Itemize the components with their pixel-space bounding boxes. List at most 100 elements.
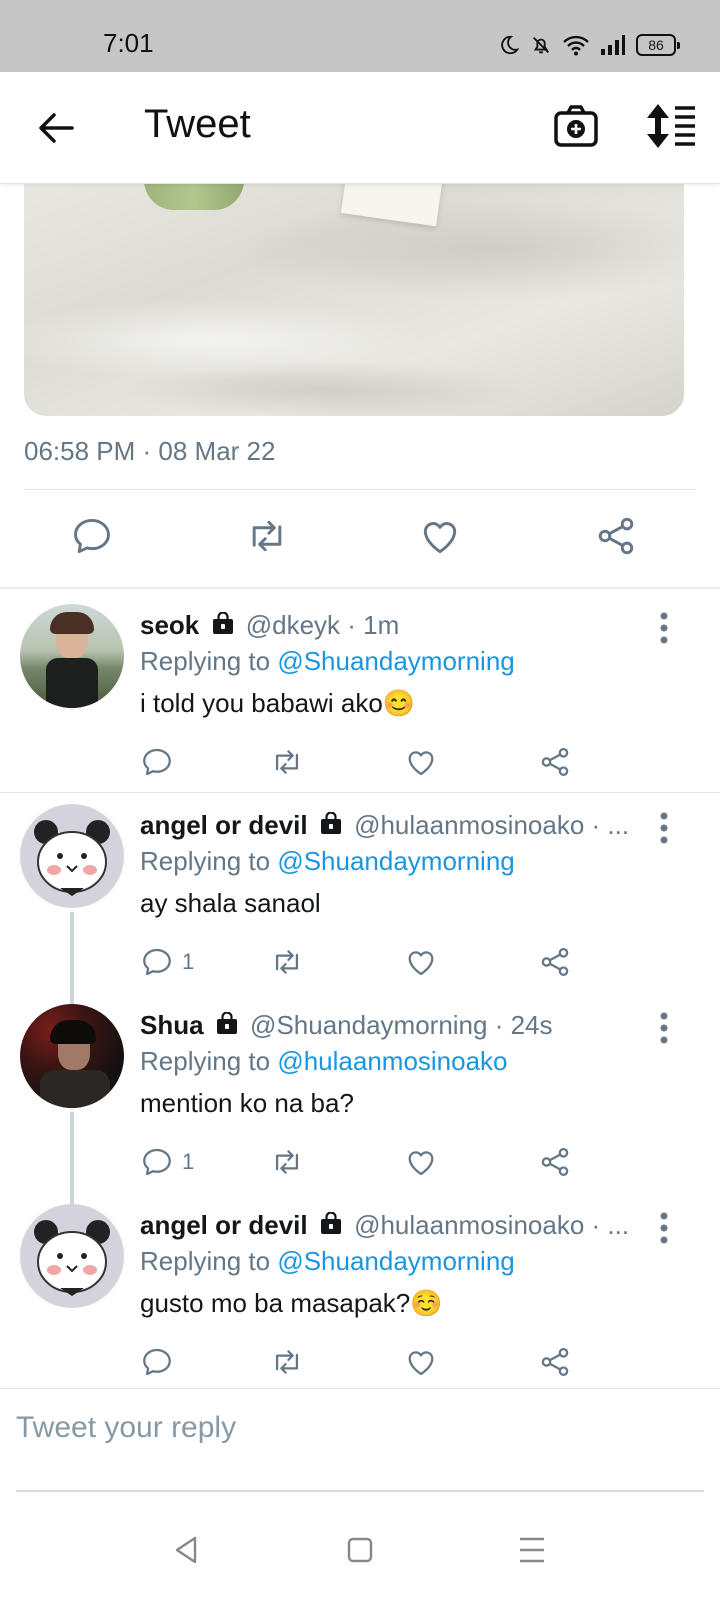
retweet-button[interactable] xyxy=(270,1344,304,1380)
share-icon xyxy=(538,1145,572,1179)
replying-to-prefix: Replying to xyxy=(140,1246,278,1276)
reply-input-underline xyxy=(16,1490,704,1492)
heart-icon[interactable] xyxy=(418,514,462,558)
reply-count: 1 xyxy=(182,949,195,974)
share-button[interactable] xyxy=(538,1144,572,1180)
heart-icon xyxy=(404,945,438,979)
handle-time: @Shuandaymorning · 24s xyxy=(250,1010,553,1040)
retweet-icon xyxy=(270,945,304,979)
reply-button[interactable]: 1 xyxy=(140,944,194,980)
reply-icon xyxy=(140,945,174,979)
reply-input[interactable]: Tweet your reply xyxy=(16,1411,236,1445)
avatar-shirt xyxy=(40,1070,110,1108)
retweet-button[interactable] xyxy=(270,944,304,980)
reply-button[interactable]: 1 xyxy=(140,1144,194,1180)
retweet-icon xyxy=(270,1345,304,1379)
reply-item[interactable]: angel or devil @hulaanmosinoako · ... Re… xyxy=(0,1204,720,1388)
like-button[interactable] xyxy=(404,944,438,980)
signal-icon xyxy=(601,35,625,55)
mention-link[interactable]: @Shuandaymorning xyxy=(277,1246,514,1276)
handle-time: @hulaanmosinoako · ... xyxy=(354,810,630,840)
reply-text: i told you babawi ako😊 xyxy=(140,688,416,718)
reply-icon[interactable] xyxy=(70,514,114,558)
camera-icon[interactable] xyxy=(553,102,599,150)
share-icon xyxy=(538,1345,572,1379)
display-name[interactable]: seok xyxy=(140,610,199,640)
lock-icon xyxy=(215,1012,239,1036)
back-triangle-icon[interactable] xyxy=(167,1530,207,1570)
display-name[interactable]: angel or devil xyxy=(140,1210,308,1240)
recents-menu-icon[interactable] xyxy=(512,1530,552,1570)
reply-text: mention ko na ba? xyxy=(140,1088,354,1118)
reply-header: angel or devil @hulaanmosinoako · ... xyxy=(140,810,640,841)
avatar[interactable] xyxy=(20,804,124,908)
reply-item[interactable]: angel or devil @hulaanmosinoako · ... Re… xyxy=(0,804,720,994)
panda-avatar-art xyxy=(34,1220,110,1296)
tweet-timestamp: 06:58 PM · 08 Mar 22 xyxy=(24,436,276,466)
display-name[interactable]: Shua xyxy=(140,1010,204,1040)
more-options-icon[interactable] xyxy=(654,808,674,848)
like-button[interactable] xyxy=(404,744,438,780)
battery-level: 86 xyxy=(648,37,664,53)
bell-off-icon xyxy=(533,37,549,54)
reply-composer[interactable]: Tweet your reply xyxy=(0,1388,720,1488)
system-nav-bar xyxy=(0,1500,720,1600)
reply-item[interactable]: seok @dkeyk · 1m Replying to @Shuandaymo… xyxy=(0,604,720,784)
reply-header: angel or devil @hulaanmosinoako · ... xyxy=(140,1210,640,1241)
retweet-icon[interactable] xyxy=(245,514,289,558)
mention-link[interactable]: @Shuandaymorning xyxy=(277,846,514,876)
replying-to: Replying to @Shuandaymorning xyxy=(140,846,515,877)
more-options-icon[interactable] xyxy=(654,1208,674,1248)
replying-to: Replying to @Shuandaymorning xyxy=(140,1246,515,1277)
back-arrow-icon[interactable] xyxy=(34,106,78,150)
replying-to: Replying to @hulaanmosinoako xyxy=(140,1046,508,1077)
reply-action-bar: 1 xyxy=(140,1144,600,1184)
more-options-icon[interactable] xyxy=(654,1008,674,1048)
share-button[interactable] xyxy=(538,744,572,780)
replying-to: Replying to @Shuandaymorning xyxy=(140,646,515,677)
avatar[interactable] xyxy=(20,1004,124,1108)
reply-item[interactable]: Shua @Shuandaymorning · 24s Replying to … xyxy=(0,1004,720,1194)
heart-icon xyxy=(404,1345,438,1379)
avatar[interactable] xyxy=(20,1204,124,1308)
handle-time: @hulaanmosinoako · ... xyxy=(354,1210,630,1240)
display-name[interactable]: angel or devil xyxy=(140,810,308,840)
share-button[interactable] xyxy=(538,944,572,980)
divider xyxy=(0,792,720,793)
share-button[interactable] xyxy=(538,1344,572,1380)
reply-text: ay shala sanaol xyxy=(140,888,321,918)
page-title: Tweet xyxy=(144,102,251,146)
reply-action-bar xyxy=(140,744,600,784)
like-button[interactable] xyxy=(404,1144,438,1180)
status-bar: 7:01 86 xyxy=(0,0,720,72)
battery-icon: 86 xyxy=(636,34,680,56)
share-icon xyxy=(538,945,572,979)
reply-action-bar: 1 xyxy=(140,944,600,984)
status-time: 7:01 xyxy=(103,28,154,58)
mention-link[interactable]: @hulaanmosinoako xyxy=(277,1046,507,1076)
sort-icon[interactable] xyxy=(645,102,697,150)
avatar-hair xyxy=(50,1020,96,1044)
reply-header: Shua @Shuandaymorning · 24s xyxy=(140,1010,640,1041)
home-square-icon[interactable] xyxy=(340,1530,380,1570)
app-bar: Tweet xyxy=(0,72,720,184)
retweet-button[interactable] xyxy=(270,1144,304,1180)
share-icon[interactable] xyxy=(594,514,638,558)
avatar-hair xyxy=(50,612,94,634)
replying-to-prefix: Replying to xyxy=(140,846,278,876)
divider xyxy=(0,587,720,589)
avatar[interactable] xyxy=(20,604,124,708)
divider xyxy=(24,489,696,490)
retweet-icon xyxy=(270,1145,304,1179)
reply-button[interactable] xyxy=(140,1344,182,1380)
reply-icon xyxy=(140,1145,174,1179)
more-options-icon[interactable] xyxy=(654,608,674,648)
panda-avatar-art xyxy=(34,820,110,896)
reply-action-bar xyxy=(140,1344,600,1384)
retweet-button[interactable] xyxy=(270,744,304,780)
mention-link[interactable]: @Shuandaymorning xyxy=(277,646,514,676)
replying-to-prefix: Replying to xyxy=(140,646,278,676)
reply-button[interactable] xyxy=(140,744,182,780)
heart-icon xyxy=(404,1145,438,1179)
like-button[interactable] xyxy=(404,1344,438,1380)
